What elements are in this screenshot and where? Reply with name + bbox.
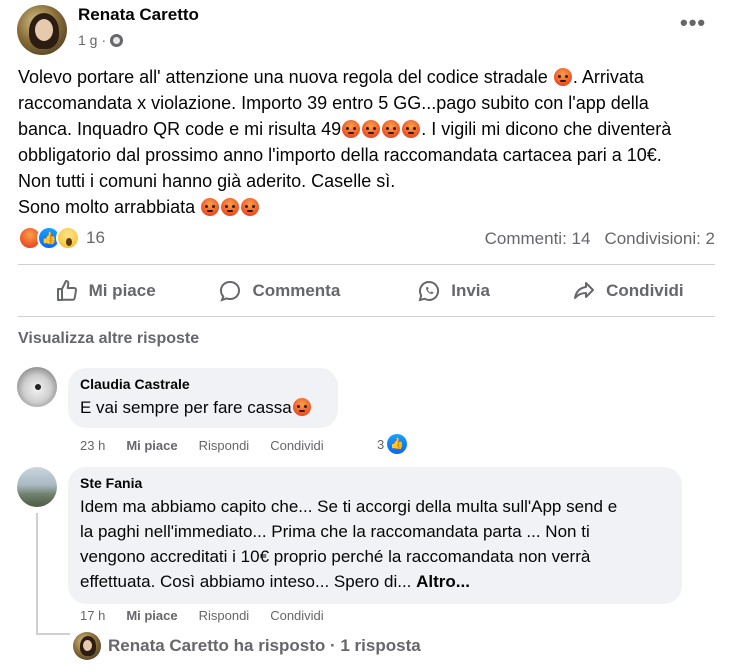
commenter-name[interactable]: Ste Fania [80,475,670,491]
commenter-avatar[interactable] [17,467,57,507]
angry-emoji-icon [342,120,361,138]
thread-line [36,513,38,635]
commenter-name[interactable]: Claudia Castrale [80,376,326,392]
comment-bubble: Claudia Castrale E vai sempre per fare c… [68,368,338,428]
comment-like-button[interactable]: Mi piace [126,608,177,623]
comment-bubble: Ste Fania Idem ma abbiamo capito che... … [68,467,682,604]
reactions-summary[interactable]: 👍 16 [18,226,105,250]
comment-reply-button[interactable]: Rispondi [199,438,250,453]
post-line: Non tutti i comuni hanno già aderito. Ca… [18,171,396,191]
angry-emoji-icon [221,198,240,216]
shares-count[interactable]: Condivisioni: 2 [604,229,715,249]
comment-icon [220,280,241,302]
author-avatar[interactable] [17,5,67,55]
comment-text: E vai sempre per fare cassa [80,395,326,420]
comment-actions: 23 h Mi piace Rispondi Condividi [80,438,324,453]
globe-icon [110,33,124,47]
angry-emoji-icon [201,198,220,216]
share-arrow-icon [574,282,595,299]
thumbs-up-icon [56,280,77,301]
divider [18,264,715,265]
view-more-replies-link[interactable]: Visualizza altre risposte [18,330,199,348]
post-time[interactable]: 1 g [78,32,97,48]
send-button[interactable]: Invia [367,266,541,316]
action-bar: Mi piace Commenta Invia Condividi [18,266,715,316]
whatsapp-icon [418,280,440,302]
like-button[interactable]: Mi piace [18,266,192,316]
post-line: Sono molto arrabbiata [18,194,718,220]
comment-likes-badge[interactable]: 3 👍 [377,434,408,454]
wow-reaction-icon [56,226,80,250]
post-body: Volevo portare all' attenzione una nuova… [18,64,718,220]
angry-emoji-icon [241,198,260,216]
comments-count[interactable]: Commenti: 14 [485,229,591,249]
replier-avatar[interactable] [73,632,101,660]
comment-button[interactable]: Commenta [192,266,366,316]
comment-like-button[interactable]: Mi piace [126,438,177,453]
thread-line [36,633,70,635]
comment-reply-button[interactable]: Rispondi [199,608,250,623]
like-reaction-icon: 👍 [387,434,408,454]
reactions-count: 16 [86,228,105,247]
comment-text-line: vengono accreditati i 10€ proprio perché… [80,547,591,566]
post-line: obbligatorio dal prossimo anno l'importo… [18,145,662,165]
angry-emoji-icon [362,120,381,138]
post-meta: 1 g · [78,32,124,48]
comment-likes-count: 3 [377,436,385,452]
comment-time[interactable]: 23 h [80,438,105,453]
comment-share-button[interactable]: Condividi [270,438,323,453]
angry-emoji-icon [292,398,311,416]
post-stats: Commenti: 14 Condivisioni: 2 [485,229,715,249]
comment-text-line: effettuata. Così abbiamo inteso... Spero… [80,572,470,591]
angry-emoji-icon [382,120,401,138]
comment-time[interactable]: 17 h [80,608,105,623]
post-line: Volevo portare all' attenzione una nuova… [18,67,644,87]
angry-emoji-icon [553,68,572,86]
commenter-avatar[interactable] [17,367,57,407]
comment-actions: 17 h Mi piace Rispondi Condividi [80,608,324,623]
post-line: banca. Inquadro QR code e mi risulta 49.… [18,119,672,139]
see-more-link[interactable]: Altro... [416,572,470,591]
angry-emoji-icon [402,120,421,138]
share-button[interactable]: Condividi [541,266,715,316]
comment-text-line: la paghi nell'immediato... Prima che la … [80,522,590,541]
comment-share-button[interactable]: Condividi [270,608,323,623]
post-author[interactable]: Renata Caretto [78,5,199,25]
post-line: raccomandata x violazione. Importo 39 en… [18,93,649,113]
replies-summary-link[interactable]: Renata Caretto ha risposto · 1 risposta [108,636,421,656]
more-options-icon[interactable]: ••• [680,10,706,36]
divider [18,316,715,317]
comment-text-line: Idem ma abbiamo capito che... Se ti acco… [80,497,618,516]
